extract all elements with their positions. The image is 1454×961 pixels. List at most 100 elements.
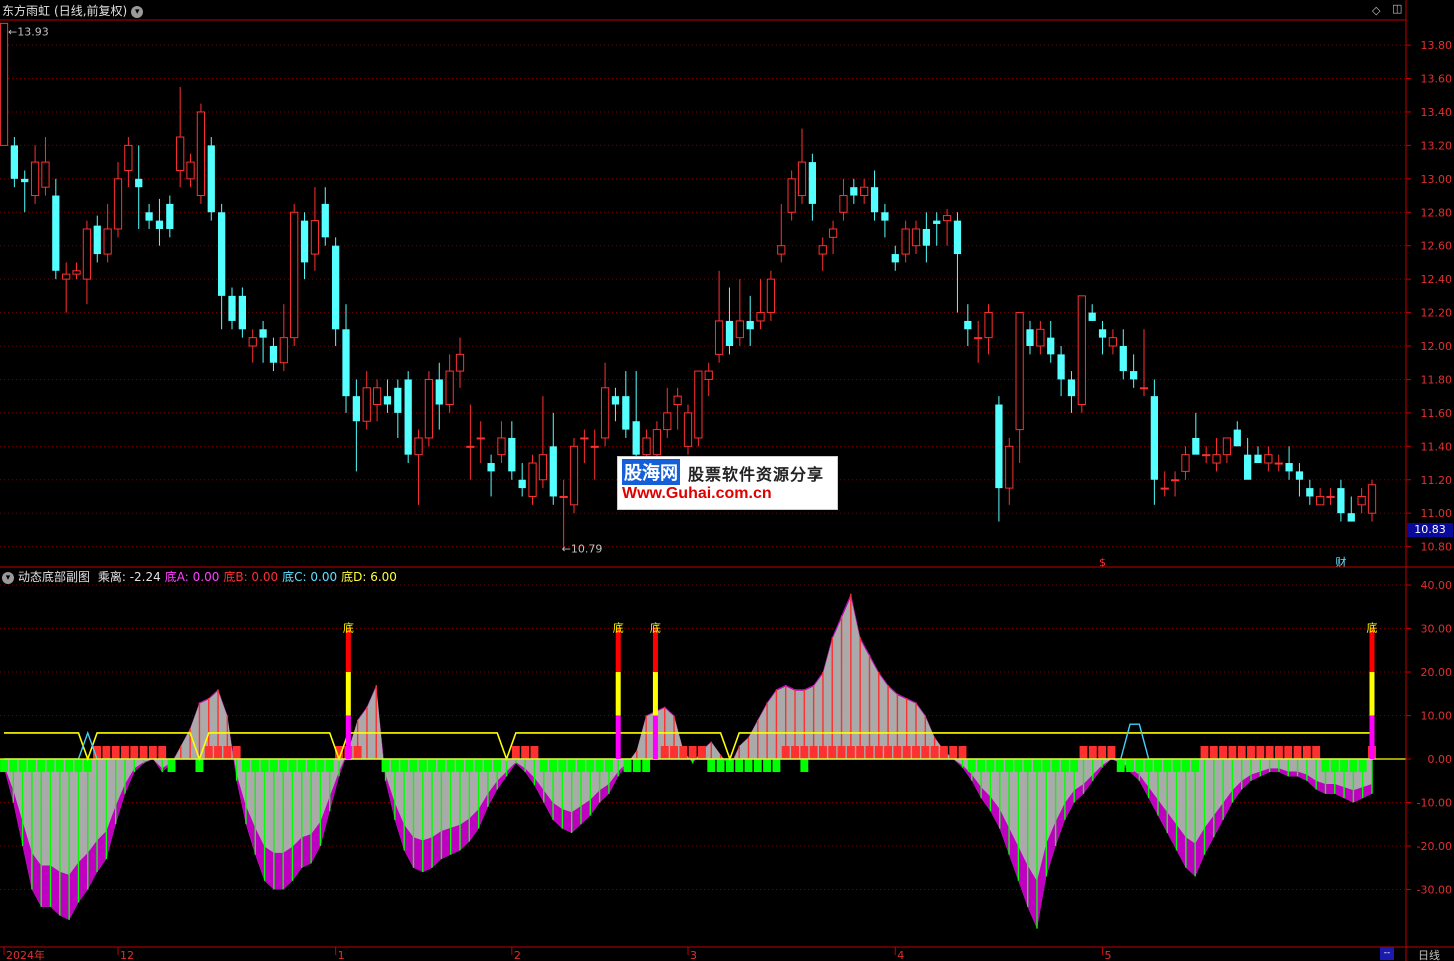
candle-body-54 <box>559 495 568 498</box>
candle-body-26 <box>269 346 278 363</box>
red-block-33 <box>874 746 883 759</box>
candle-body-132 <box>1367 484 1377 514</box>
candle-body-32 <box>332 245 340 330</box>
red-block-22 <box>698 746 706 759</box>
green-block-79 <box>1349 759 1358 772</box>
green-block-26 <box>418 759 427 772</box>
green-block-80 <box>1358 759 1367 772</box>
green-block-5 <box>46 759 55 772</box>
signal-label-1: 底 <box>613 621 624 635</box>
signal-magenta-1 <box>615 715 621 759</box>
candle-body-94 <box>974 337 983 340</box>
candle-body-100 <box>1036 328 1045 347</box>
candle-body-23 <box>238 295 246 330</box>
green-block-56 <box>977 759 986 772</box>
main-tick-label-12: 11.40 <box>1421 440 1453 453</box>
candle-body-83 <box>860 186 869 197</box>
green-block-22 <box>381 759 390 772</box>
candle-body-115 <box>1192 437 1200 455</box>
signal-magenta-0 <box>345 715 351 759</box>
candle-body-2 <box>21 178 29 183</box>
candle-body-126 <box>1306 488 1314 497</box>
candle-body-101 <box>1047 337 1055 355</box>
candle-body-64 <box>663 412 672 431</box>
diamond-icon[interactable]: ◇ <box>1372 4 1380 17</box>
candle-body-21 <box>218 212 226 296</box>
candle-body-89 <box>922 228 930 246</box>
candle-body-9 <box>93 225 101 255</box>
candle-body-40 <box>414 437 423 456</box>
green-block-71 <box>1154 759 1162 772</box>
candle-body-79 <box>818 245 827 255</box>
candle-body-117 <box>1212 454 1221 464</box>
low-price-label: ←10.79 <box>562 542 603 555</box>
candle-body-18 <box>186 161 195 180</box>
green-block-72 <box>1163 759 1172 772</box>
green-block-65 <box>1060 759 1069 772</box>
indicator-value-3: 底C: 0.00 <box>282 570 338 584</box>
main-tick-label-4: 13.00 <box>1421 173 1453 186</box>
green-block-61 <box>1023 759 1032 772</box>
red-block-7 <box>158 746 167 759</box>
watermark-logo: 股海网 股票软件资源分享 Www.Guhai.com.cn <box>617 456 838 510</box>
green-block-25 <box>409 759 418 772</box>
red-block-10 <box>223 746 232 759</box>
candle-body-111 <box>1150 396 1158 480</box>
candle-body-28 <box>290 211 299 339</box>
green-block-77 <box>1330 759 1339 772</box>
candle-body-38 <box>394 387 402 413</box>
green-block-53 <box>772 759 781 772</box>
candle-body-50 <box>518 479 526 489</box>
candle-body-24 <box>248 337 257 347</box>
green-block-23 <box>390 759 399 772</box>
candle-body-125 <box>1295 471 1304 480</box>
green-block-41 <box>595 759 604 772</box>
candle-body-63 <box>652 429 662 456</box>
red-block-9 <box>214 746 222 759</box>
candle-body-78 <box>808 162 816 204</box>
candle-body-51 <box>528 462 537 497</box>
green-block-62 <box>1033 759 1041 772</box>
scroll-indicator[interactable]: -- <box>1380 947 1394 960</box>
red-block-36 <box>902 746 911 759</box>
green-block-51 <box>753 759 762 772</box>
candle-body-114 <box>1181 454 1190 472</box>
green-block-16 <box>279 759 288 772</box>
green-block-8 <box>74 759 83 772</box>
candle-body-121 <box>1254 454 1262 464</box>
candle-body-10 <box>103 228 112 255</box>
green-block-4 <box>37 759 46 772</box>
candle-body-116 <box>1202 454 1211 457</box>
red-block-46 <box>1107 746 1116 759</box>
green-block-69 <box>1135 759 1144 772</box>
red-block-56 <box>1284 746 1293 759</box>
green-block-37 <box>558 759 567 772</box>
candle-body-55 <box>569 445 579 506</box>
signal-label-3: 底 <box>1367 621 1378 635</box>
green-block-75 <box>1191 759 1200 772</box>
candle-body-22 <box>228 295 236 321</box>
signal-yellow-1 <box>615 672 621 716</box>
chevron-down-icon[interactable]: ▾ <box>2 571 14 584</box>
candle-body-108 <box>1119 346 1127 372</box>
red-block-42 <box>958 746 967 759</box>
candle-body-49 <box>508 437 516 472</box>
candle-body-0 <box>0 22 9 146</box>
candle-body-14 <box>145 212 153 221</box>
chevron-down-icon[interactable]: ▾ <box>131 5 144 18</box>
green-block-46 <box>707 759 716 772</box>
sub-tick-label-5: -10.00 <box>1417 796 1452 809</box>
red-block-19 <box>670 746 678 759</box>
signal-yellow-2 <box>652 672 658 716</box>
green-block-31 <box>465 759 474 772</box>
red-block-32 <box>865 746 874 759</box>
candle-body-33 <box>342 329 350 397</box>
window-toggle-icon[interactable]: ◫ <box>1392 2 1402 15</box>
green-block-73 <box>1172 759 1181 772</box>
green-block-57 <box>986 759 995 772</box>
green-block-0 <box>0 759 8 772</box>
candle-body-4 <box>41 161 50 188</box>
red-block-25 <box>800 746 809 759</box>
candle-body-5 <box>52 195 60 271</box>
green-block-7 <box>65 759 74 772</box>
